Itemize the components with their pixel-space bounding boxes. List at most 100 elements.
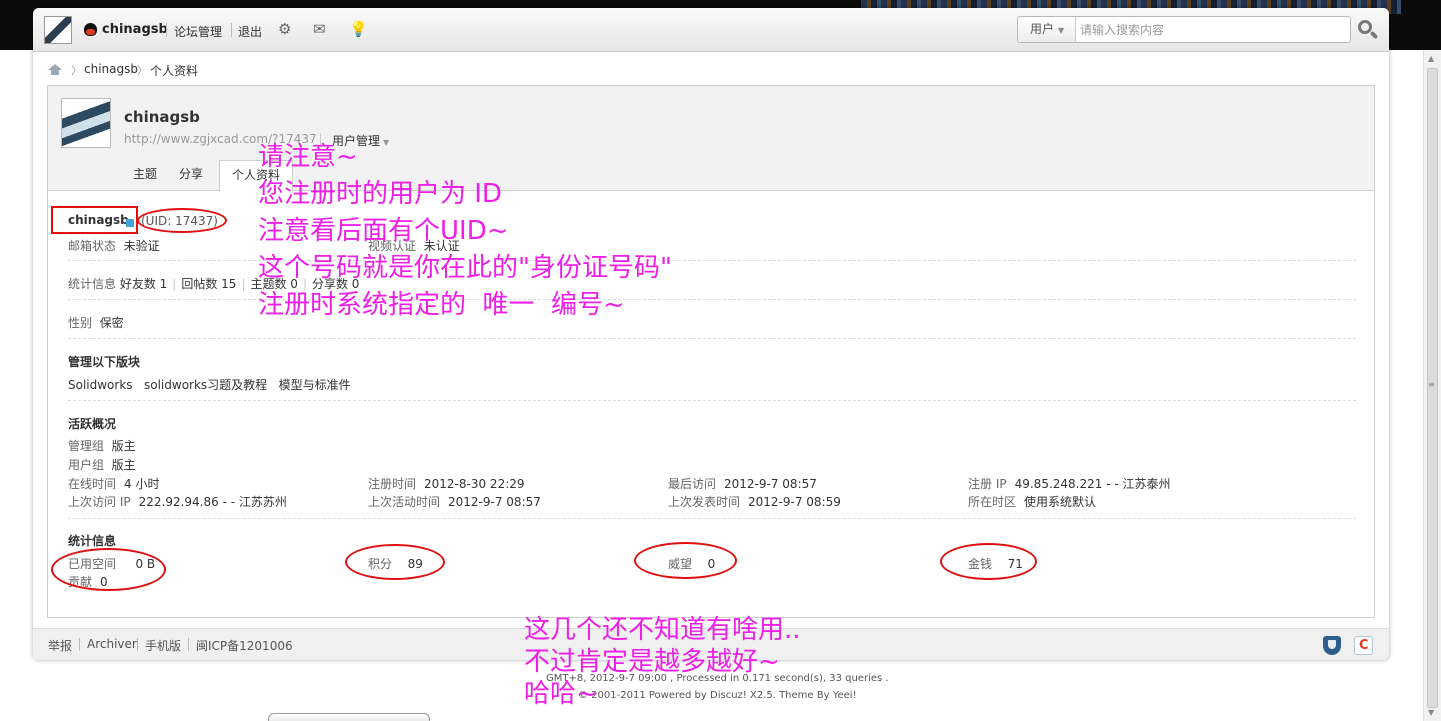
- uid-highlight-ring: [137, 208, 227, 233]
- divider: |: [172, 277, 177, 291]
- points-highlight-ring: [345, 544, 445, 580]
- gender-label: 性别: [68, 316, 93, 330]
- qq-icon: [84, 23, 97, 36]
- user-group-label: 用户组: [68, 458, 105, 472]
- online-time-value: 4 小时: [124, 477, 160, 491]
- chevron-right-icon: 〉: [71, 64, 82, 77]
- tab-shares[interactable]: 分享: [167, 160, 215, 191]
- profile-name[interactable]: chinagsb: [124, 108, 200, 126]
- timezone-value: 使用系统默认: [1024, 495, 1097, 509]
- replies-link[interactable]: 回帖数 15: [181, 277, 236, 291]
- chevron-right-icon: 〉: [137, 64, 148, 77]
- forum-link[interactable]: Solidworks: [68, 378, 133, 392]
- annotation-line: 这个号码就是你在此的"身份证号码": [258, 253, 672, 283]
- forum-manage-link[interactable]: 论坛管理: [174, 23, 222, 40]
- annotation-line: 注意看后面有个UID~: [258, 216, 509, 246]
- admin-group-row: 管理组 版主: [68, 437, 136, 454]
- archiver-link[interactable]: Archiver: [87, 637, 137, 651]
- last-active: 上次活动时间 2012-9-7 08:57: [368, 493, 541, 510]
- cnzz-icon[interactable]: [1354, 636, 1373, 655]
- shield-icon[interactable]: [1323, 636, 1341, 655]
- last-active-label: 上次活动时间: [368, 495, 441, 509]
- annotation-line: 请注意~: [258, 142, 358, 172]
- divider: [79, 638, 80, 651]
- last-ip-value: 222.92.94.86 - - 江苏苏州: [138, 495, 287, 509]
- logout-link[interactable]: 退出: [238, 23, 262, 40]
- user-group-value[interactable]: 版主: [112, 458, 136, 472]
- stats-section-title: 统计信息: [68, 534, 117, 548]
- search-icon-handle: [1369, 30, 1379, 40]
- vertical-scrollbar[interactable]: ▲ ≡ ▼: [1423, 50, 1441, 721]
- prestige-highlight-ring: [634, 542, 737, 579]
- mobile-link[interactable]: 手机版: [145, 637, 181, 654]
- breadcrumb-profile: 个人资料: [150, 64, 199, 78]
- top-toolbar: chinagsb 论坛管理 退出 ⚙ ✉ 💡 用户 ▼: [33, 8, 1389, 52]
- site-logo[interactable]: [44, 16, 72, 44]
- manage-section-title: 管理以下版块: [68, 355, 141, 369]
- annotation-line: 注册时系统指定的 唯一 编号~: [258, 290, 625, 320]
- chevron-down-icon: ▼: [1058, 26, 1065, 35]
- last-ip: 上次访问 IP 222.92.94.86 - - 江苏苏州: [68, 493, 287, 510]
- gender-row: 性别 保密: [68, 314, 124, 331]
- mail-icon[interactable]: ✉: [313, 20, 326, 38]
- profile-panel: chinagsb http://www.zgjxcad.com/?17437 用…: [47, 85, 1375, 618]
- register-ip: 注册 IP 49.85.248.221 - - 江苏泰州: [968, 475, 1171, 492]
- bottom-floating-tab[interactable]: [268, 713, 430, 721]
- report-link[interactable]: 举报: [48, 637, 72, 654]
- last-post-label: 上次发表时间: [668, 495, 741, 509]
- register-ip-value: 49.85.248.221 - - 江苏泰州: [1014, 477, 1171, 491]
- annotation-stats-note: 这几个还不知道有啥用.. 不过肯定是越多越好~ 哈哈~: [524, 614, 801, 710]
- last-ip-label: 上次访问 IP: [68, 495, 131, 509]
- email-status-row: 邮箱状态 未验证: [68, 237, 160, 254]
- bulb-icon[interactable]: 💡: [349, 20, 368, 38]
- scroll-grip-icon: ≡: [1428, 380, 1435, 389]
- gear-icon[interactable]: ⚙: [278, 20, 291, 38]
- scroll-up-arrow-icon[interactable]: ▲: [1428, 54, 1434, 63]
- admin-group-label: 管理组: [68, 439, 105, 453]
- managed-forums: Solidworks solidworks习题及教程 模型与标准件: [68, 376, 351, 393]
- search-button[interactable]: [1357, 19, 1379, 41]
- divider: |: [241, 277, 246, 291]
- email-status-label: 邮箱状态: [68, 239, 117, 253]
- online-time-label: 在线时间: [68, 477, 117, 491]
- toolbar-divider: [166, 23, 167, 37]
- toolbar-username[interactable]: chinagsb: [102, 22, 168, 37]
- profile-header: chinagsb http://www.zgjxcad.com/?17437 用…: [48, 86, 1374, 192]
- annotation-line: 不过肯定是越多越好~: [524, 647, 780, 677]
- register-time: 注册时间 2012-8-30 22:29: [368, 475, 525, 492]
- divider: [68, 338, 1356, 339]
- last-post-value: 2012-9-7 08:59: [748, 495, 841, 509]
- register-ip-label: 注册 IP: [968, 477, 1007, 491]
- avatar[interactable]: [61, 98, 111, 148]
- toolbar-divider: [231, 23, 232, 37]
- divider: [137, 638, 138, 651]
- search-type-select[interactable]: 用户 ▼: [1018, 17, 1076, 42]
- divider: [188, 638, 189, 651]
- tab-threads[interactable]: 主题: [121, 160, 169, 191]
- divider: [68, 400, 1356, 401]
- icp-link[interactable]: 闽ICP备1201006: [196, 637, 293, 654]
- admin-group-value[interactable]: 版主: [112, 439, 136, 453]
- search-input[interactable]: [1080, 20, 1340, 39]
- timezone-label: 所在时区: [968, 495, 1017, 509]
- timezone: 所在时区 使用系统默认: [968, 493, 1096, 510]
- money-highlight-ring: [940, 543, 1037, 580]
- search-type-label: 用户: [1030, 22, 1055, 36]
- gender-value: 保密: [99, 316, 124, 330]
- email-status-value: 未验证: [123, 239, 160, 253]
- space-highlight-ring: [51, 548, 166, 591]
- annotation-line: 您注册时的用户为 ID: [258, 179, 502, 209]
- activity-section-title: 活跃概况: [68, 417, 117, 431]
- friends-link[interactable]: 好友数 1: [120, 277, 167, 291]
- annotation-line: 哈哈~: [524, 679, 598, 709]
- register-time-value: 2012-8-30 22:29: [424, 477, 525, 491]
- divider: [68, 518, 1356, 519]
- last-visit-value: 2012-9-7 08:57: [724, 477, 817, 491]
- forum-link[interactable]: 模型与标准件: [279, 378, 351, 392]
- home-icon[interactable]: [48, 64, 62, 75]
- forum-link[interactable]: solidworks习题及教程: [144, 378, 267, 392]
- last-visit: 最后访问 2012-9-7 08:57: [668, 475, 817, 492]
- online-time: 在线时间 4 小时: [68, 475, 159, 492]
- breadcrumb-user[interactable]: chinagsb: [84, 62, 138, 76]
- scroll-down-arrow-icon[interactable]: ▼: [1428, 708, 1434, 717]
